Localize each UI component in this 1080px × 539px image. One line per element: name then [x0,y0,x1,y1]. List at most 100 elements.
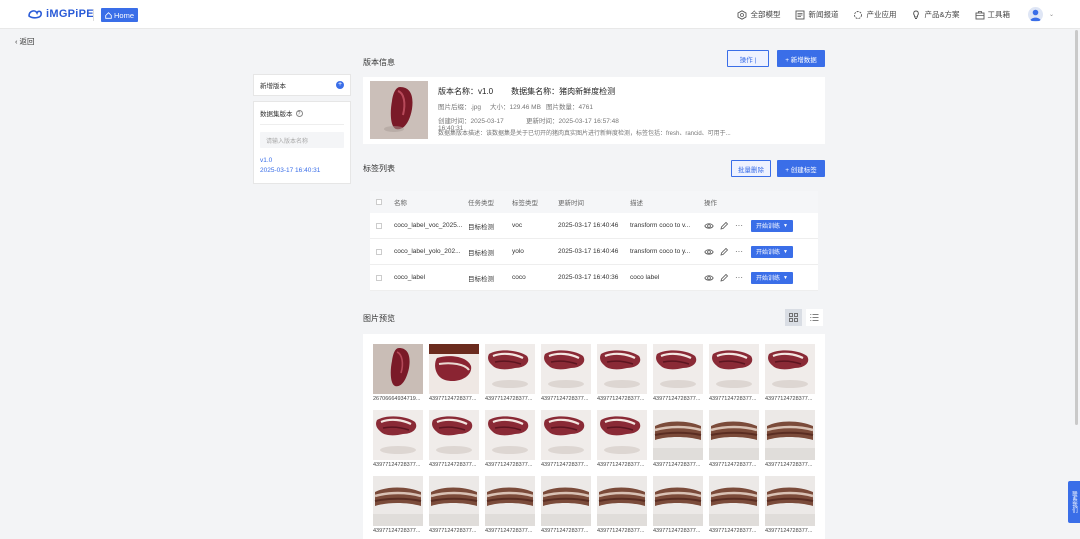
nav-item-news[interactable]: 新闻报道 [795,9,838,20]
gallery-thumbnail[interactable] [597,476,647,526]
gallery-thumbnail[interactable] [709,410,759,460]
caret-down-icon: ▼ [783,274,788,281]
more-icon[interactable]: ··· [734,273,744,283]
ops-button[interactable]: 操作 | [727,50,769,67]
gallery-thumbnail[interactable] [373,476,423,526]
more-icon[interactable]: ··· [734,221,744,231]
avatar[interactable] [1028,7,1043,22]
gallery-item[interactable]: 43977124728377... [653,344,703,402]
nav-item-products[interactable]: 产品&方案 [911,9,960,20]
gallery-item[interactable]: 26706664934719... [373,344,423,402]
chevron-down-icon[interactable]: ⌄ [1049,11,1054,18]
gallery-item[interactable]: 43977124728377... [765,476,815,534]
table-row[interactable]: coco_label 目标检测 coco 2025-03-17 16:40:36… [370,265,818,291]
scrollbar[interactable] [1075,30,1078,425]
gallery-thumbnail[interactable] [653,476,703,526]
gallery-thumbnail[interactable] [429,344,479,394]
home-button[interactable]: Home [101,8,139,22]
gallery-item[interactable]: 43977124728377... [597,344,647,402]
gallery-thumbnail[interactable] [653,410,703,460]
eye-icon[interactable] [704,247,714,257]
gallery-item[interactable]: 43977124728377... [653,476,703,534]
gallery-thumbnail[interactable] [541,344,591,394]
gallery-item[interactable]: 43977124728377... [429,344,479,402]
row-checkbox[interactable] [376,222,382,229]
gallery-thumbnail[interactable] [597,410,647,460]
add-data-button[interactable]: + 新增数据 [777,50,825,67]
version-search-input[interactable]: 请输入版本名称 [260,132,344,148]
select-all-checkbox[interactable] [376,199,382,205]
eye-icon[interactable] [704,221,714,231]
grid-view-button[interactable] [785,309,802,326]
gallery-thumbnail[interactable] [541,410,591,460]
table-row[interactable]: coco_label_yolo_202... 目标检测 yolo 2025-03… [370,239,818,265]
gallery-item[interactable]: 43977124728377... [373,410,423,468]
gallery-item[interactable]: 43977124728377... [597,410,647,468]
gallery-item[interactable]: 43977124728377... [709,410,759,468]
gallery-thumbnail[interactable] [429,476,479,526]
nav-item-toolbox[interactable]: 工具箱 [975,9,1010,20]
gallery-thumbnail[interactable] [709,476,759,526]
gallery-item[interactable]: 43977124728377... [541,410,591,468]
gallery-item[interactable]: 43977124728377... [541,344,591,402]
edit-icon[interactable] [719,273,729,283]
eye-icon[interactable] [704,273,714,283]
gallery-thumbnail[interactable] [485,410,535,460]
gallery-thumbnail[interactable] [429,410,479,460]
gallery-item[interactable]: 43977124728377... [765,410,815,468]
gallery-caption: 43977124728377... [597,528,645,534]
edit-icon[interactable] [719,247,729,257]
label-task-type: 目标检测 [468,249,494,257]
version-list-item[interactable]: v1.0 2025-03-17 16:40:31 [260,156,344,176]
edit-icon[interactable] [719,221,729,231]
gallery-thumbnail[interactable] [765,476,815,526]
create-label-button[interactable]: + 创建标签 [777,160,825,177]
help-icon[interactable]: ? [295,109,303,117]
gallery-caption: 43977124728377... [541,396,589,402]
contact-us-tab[interactable]: 联系我们 [1068,481,1080,523]
gallery-thumbnail[interactable] [373,410,423,460]
nav-item-industry[interactable]: 产业应用 [853,9,896,20]
start-training-button[interactable]: 开始训练 ▼ [751,219,793,232]
gallery-item[interactable]: 43977124728377... [541,476,591,534]
gallery-thumbnail[interactable] [709,344,759,394]
gallery-item[interactable]: 43977124728377... [485,476,535,534]
gallery-item[interactable]: 43977124728377... [429,476,479,534]
gallery-item[interactable]: 43977124728377... [653,410,703,468]
logo[interactable]: iMGPiPE [27,8,94,20]
gallery-item[interactable]: 43977124728377... [709,476,759,534]
start-training-label: 开始训练 [756,224,781,230]
batch-delete-button[interactable]: 批量删除 [731,160,771,177]
search-placeholder: 请输入版本名称 [266,139,309,145]
table-row[interactable]: coco_label_voc_2025... 目标检测 voc 2025-03-… [370,213,818,239]
gallery-thumbnail[interactable] [765,410,815,460]
gallery-item[interactable]: 43977124728377... [765,344,815,402]
gallery-thumbnail[interactable] [485,476,535,526]
gallery-caption: 43977124728377... [429,396,477,402]
gallery-thumbnail[interactable] [541,476,591,526]
gallery-thumbnail[interactable] [485,344,535,394]
gallery-item[interactable]: 43977124728377... [485,410,535,468]
row-checkbox[interactable] [376,274,382,281]
more-icon[interactable]: ··· [734,247,744,257]
back-link[interactable]: ‹ 返回 [15,36,35,47]
gallery-thumbnail[interactable] [765,344,815,394]
gallery-item[interactable]: 43977124728377... [485,344,535,402]
gallery-item[interactable]: 43977124728377... [709,344,759,402]
new-version-button[interactable]: 新增版本 + [253,74,351,96]
nav-item-models[interactable]: 全部模型 [737,9,780,20]
gallery-thumbnail[interactable] [373,344,423,394]
gallery-item[interactable]: 43977124728377... [597,476,647,534]
start-training-button[interactable]: 开始训练 ▼ [751,245,793,258]
gallery-item[interactable]: 43977124728377... [429,410,479,468]
label-type: coco [512,274,526,281]
gallery-caption: 43977124728377... [429,462,477,468]
label-table: 名称 任务类型 标签类型 更新时间 描述 操作 coco_label_voc_2… [370,191,818,291]
start-training-button[interactable]: 开始训练 ▼ [751,271,793,284]
row-checkbox[interactable] [376,248,382,255]
gallery-caption: 43977124728377... [429,528,477,534]
gallery-item[interactable]: 43977124728377... [373,476,423,534]
gallery-thumbnail[interactable] [597,344,647,394]
list-view-button[interactable] [806,309,823,326]
gallery-thumbnail[interactable] [653,344,703,394]
